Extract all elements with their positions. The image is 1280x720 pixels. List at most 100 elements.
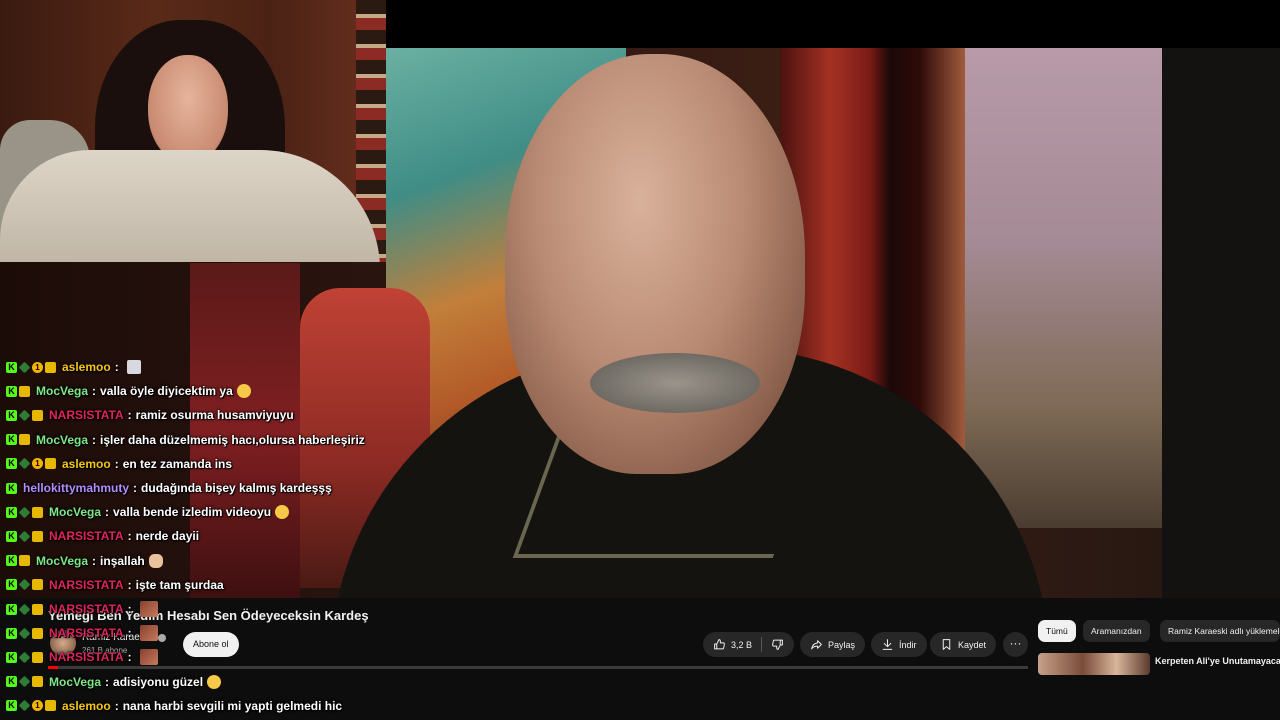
- webcam-overlay: [0, 0, 386, 262]
- chat-username[interactable]: NARSISTATA: [49, 529, 124, 543]
- chat-separator: :: [127, 602, 132, 616]
- chat-username[interactable]: aslemoo: [62, 457, 111, 471]
- chat-message: Khellokittymahmuty: dudağında bişey kalmı…: [6, 476, 332, 500]
- subscriber-badge-icon: [18, 530, 31, 543]
- crown-badge-icon: [32, 651, 43, 663]
- download-icon: [882, 639, 893, 650]
- chat-text: en tez zamanda ins: [122, 456, 233, 471]
- chat-text: inşallah: [100, 553, 145, 568]
- video-progress-bar[interactable]: [48, 666, 1028, 669]
- chat-username[interactable]: aslemoo: [62, 360, 111, 374]
- subscriber-badge-icon: [18, 361, 31, 373]
- save-label: Kaydet: [958, 639, 987, 650]
- chat-message: K 1 aslemoo: en tez zamanda ins: [6, 452, 232, 476]
- chat-username[interactable]: hellokittymahmuty: [23, 481, 129, 495]
- emote-smile-icon: [236, 384, 251, 399]
- webcam-streamer-face: [148, 55, 228, 163]
- chat-username[interactable]: MocVega: [36, 433, 88, 447]
- crown-badge-icon: [32, 603, 43, 615]
- chat-separator: :: [92, 553, 97, 568]
- chat-separator: :: [114, 360, 119, 374]
- subscriber-badge-icon: [18, 409, 31, 422]
- crown-badge-icon: [19, 555, 30, 567]
- chat-message: K MocVega: işler daha düzelmemiş hacı,olur…: [6, 428, 365, 452]
- gifter-badge-icon: 1: [32, 458, 43, 470]
- chat-text: ramiz osurma husamviyuyu: [135, 408, 294, 423]
- kick-badge-icon: K: [6, 361, 17, 373]
- chat-username[interactable]: MocVega: [36, 384, 88, 398]
- recommended-video-thumbnail[interactable]: [1038, 653, 1150, 675]
- chat-message: K NARSISTATA: işte tam şurdaa: [6, 573, 224, 597]
- chip-from-search[interactable]: Aramanızdan: [1083, 620, 1150, 642]
- chat-text: valla bende izledim videoyu: [113, 505, 272, 520]
- chat-separator: :: [92, 432, 97, 447]
- chip-all[interactable]: Tümü: [1038, 620, 1076, 642]
- chat-username[interactable]: aslemoo: [62, 699, 111, 713]
- dislike-button[interactable]: [771, 638, 784, 651]
- kick-badge-icon: K: [6, 651, 17, 663]
- chat-username[interactable]: NARSISTATA: [49, 602, 124, 616]
- more-actions-button[interactable]: ···: [1003, 632, 1028, 657]
- chat-separator: :: [105, 505, 110, 520]
- share-label: Paylaş: [828, 639, 856, 650]
- subscriber-badge-icon: [18, 506, 31, 519]
- webcam-shawl: [0, 150, 380, 262]
- chat-username[interactable]: MocVega: [49, 505, 101, 519]
- emote-pic-icon: [139, 625, 158, 642]
- chat-username[interactable]: MocVega: [36, 554, 88, 568]
- scene-wall: [965, 48, 1165, 528]
- kick-badge-icon: K: [6, 385, 17, 397]
- recommended-video-title[interactable]: Kerpeten Ali'ye Unutamayacağı Portakal D…: [1155, 655, 1280, 675]
- crown-badge-icon: [32, 506, 43, 518]
- crown-badge-icon: [32, 409, 43, 421]
- kick-badge-icon: K: [6, 409, 17, 421]
- chat-separator: :: [114, 456, 119, 471]
- like-divider: [761, 637, 763, 652]
- save-button[interactable]: Kaydet: [930, 632, 997, 657]
- chat-message: K NARSISTATA:: [6, 621, 158, 645]
- like-dislike-group: 3,2 B: [703, 632, 795, 657]
- chat-separator: :: [105, 674, 110, 689]
- chat-message: K MocVega: valla öyle diyicektim ya: [6, 379, 251, 403]
- kick-badge-icon: K: [6, 530, 17, 542]
- emote-smile-icon: [207, 674, 222, 689]
- chat-username[interactable]: NARSISTATA: [49, 650, 124, 664]
- chat-text: dudağında bişey kalmış kardeşşş: [141, 481, 332, 495]
- chat-text: nerde dayii: [135, 529, 200, 544]
- emote-pic-icon: [139, 601, 158, 617]
- subscriber-badge-icon: [18, 457, 31, 470]
- chat-text: valla öyle diyicektim ya: [100, 384, 233, 399]
- gifter-badge-icon: 1: [32, 700, 43, 712]
- chat-separator: :: [127, 529, 132, 544]
- chat-username[interactable]: NARSISTATA: [49, 408, 124, 422]
- kick-badge-icon: K: [6, 700, 17, 712]
- download-button[interactable]: İndir: [871, 632, 927, 657]
- chat-message: K 1 aslemoo: nana harbi sevgili mi yapti ge…: [6, 694, 342, 718]
- chat-username[interactable]: NARSISTATA: [49, 626, 124, 640]
- chat-message: K NARSISTATA: ramiz osurma husamviyuyu: [6, 403, 294, 427]
- bookmark-icon: [942, 639, 951, 650]
- chat-separator: :: [127, 626, 132, 641]
- subscribe-button[interactable]: Abone ol: [183, 632, 239, 657]
- crown-badge-icon: [32, 579, 43, 591]
- subscriber-badge-icon: [18, 651, 31, 664]
- chat-username[interactable]: MocVega: [49, 675, 101, 689]
- chat-username[interactable]: NARSISTATA: [49, 578, 124, 592]
- crown-badge-icon: [45, 700, 56, 712]
- kick-badge-icon: K: [6, 434, 17, 446]
- chat-text: adisiyonu güzel: [113, 674, 204, 689]
- kick-badge-icon: K: [6, 627, 17, 639]
- scene-dark-edge: [1162, 48, 1280, 600]
- chat-text: işler daha düzelmemiş hacı,olursa haberl…: [100, 432, 365, 447]
- share-button[interactable]: Paylaş: [800, 632, 866, 657]
- kick-badge-icon: K: [6, 676, 17, 688]
- chip-channel-uploads[interactable]: Ramiz Karaeski adlı yüklemeler: [1160, 620, 1280, 642]
- subscriber-badge-icon: [18, 699, 31, 712]
- like-button[interactable]: 3,2 B: [713, 638, 752, 651]
- verified-icon: [158, 634, 166, 642]
- crown-badge-icon: [19, 434, 30, 446]
- kick-badge-icon: K: [6, 482, 17, 494]
- chat-message: K NARSISTATA:: [6, 645, 158, 669]
- emote-pic-icon: [139, 649, 158, 666]
- crown-badge-icon: [45, 361, 56, 373]
